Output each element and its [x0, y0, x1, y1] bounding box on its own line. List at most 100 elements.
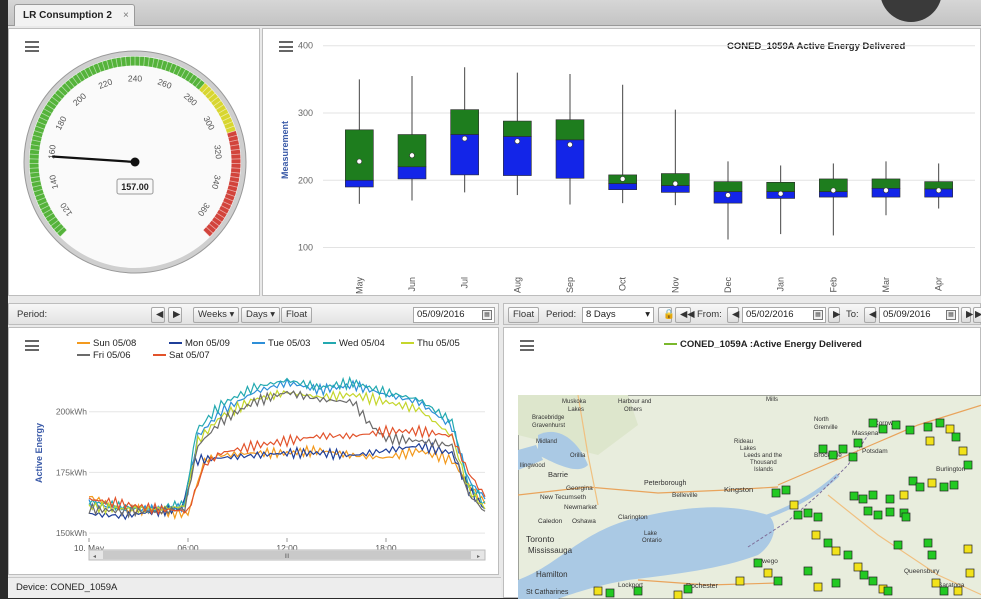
float-button[interactable]: Float	[281, 307, 312, 323]
boxplot-x-tick: Jun	[407, 277, 417, 292]
weeks-dropdown[interactable]: Weeks ▾	[193, 307, 239, 323]
box-mean-point	[726, 193, 731, 198]
map-device-marker	[832, 579, 840, 587]
map-device-marker	[959, 447, 967, 455]
map-panel: CONED_1059A :Active Energy Delivered Mus…	[503, 327, 981, 598]
map-place-label: llingwood	[520, 463, 545, 469]
calendar-icon[interactable]: ▦	[482, 310, 492, 320]
boxplot-x-tick: Dec	[723, 277, 733, 294]
from-calendar-icon[interactable]: ▦	[813, 310, 823, 320]
map-toolbar: Float Period: 8 Days▾ 🔒 ◀◀ From: ◀ 05/02…	[503, 303, 981, 325]
map-device-marker	[782, 486, 790, 494]
map-place-label: Queensbury	[904, 568, 940, 575]
map-device-marker	[954, 587, 962, 595]
map-device-marker	[924, 423, 932, 431]
map-period-label: Period:	[546, 309, 576, 320]
boxplot-x-tick: Apr	[934, 277, 944, 291]
map-place-label: Potsdam	[862, 448, 888, 455]
boxplot-x-tick: Feb	[828, 277, 838, 293]
boxplot-x-tick: Oct	[618, 277, 628, 292]
map-place-label: New Tecumseth	[540, 494, 587, 501]
to-date-value: 05/09/2016	[883, 309, 931, 320]
map-device-marker	[952, 433, 960, 441]
map-device-marker	[894, 541, 902, 549]
map-place-label: Peterborough	[644, 480, 687, 487]
map-device-marker	[886, 495, 894, 503]
map-place-label: Georgina	[566, 485, 593, 492]
map-device-marker	[946, 425, 954, 433]
box-lower	[398, 167, 426, 179]
map-legend-swatch	[664, 343, 677, 345]
map-place-label: North	[814, 417, 829, 423]
tab-close-icon[interactable]: ×	[123, 5, 129, 26]
map-place-label: Midland	[536, 439, 557, 445]
line-y-label: Active Energy	[34, 423, 44, 483]
map-place-label: Islands	[754, 467, 773, 473]
map-menu-icon[interactable]	[520, 340, 534, 351]
fast-forward-icon[interactable]: ▶	[973, 307, 981, 323]
map-device-marker	[869, 577, 877, 585]
map-place-label: Newmarket	[564, 504, 597, 511]
map-legend[interactable]: CONED_1059A :Active Energy Delivered	[664, 339, 862, 350]
map-device-marker	[926, 437, 934, 445]
line-chart: 200kWh175kWh150kWhActive Energy10. May06…	[9, 328, 500, 576]
to-date-input[interactable]: 05/09/2016 ▦	[879, 307, 959, 323]
map-device-marker	[964, 461, 972, 469]
period-select[interactable]: 8 Days▾	[582, 307, 654, 323]
map-device-marker	[790, 501, 798, 509]
box-lower	[345, 180, 373, 187]
map-place-label: Toronto	[526, 534, 555, 544]
box-lower	[609, 184, 637, 190]
to-prev-button[interactable]: ◀	[864, 307, 876, 323]
to-calendar-icon[interactable]: ▦	[946, 310, 956, 320]
map-place-label: St Catharines	[526, 589, 569, 596]
tab-lr-consumption[interactable]: LR Consumption 2 ×	[14, 4, 135, 26]
map-device-marker	[860, 571, 868, 579]
to-next-button[interactable]: ▶	[961, 307, 971, 323]
map-device-marker	[849, 453, 857, 461]
map-place-label: Caledon	[538, 518, 563, 525]
line-series-sat	[89, 426, 485, 514]
boxplot-y-tick: 200	[298, 175, 313, 185]
from-prev-button[interactable]: ◀	[727, 307, 739, 323]
map-place-label: Clarington	[618, 514, 648, 521]
gauge-tick-label: 240	[128, 73, 142, 83]
map-place-label: Barrie	[548, 470, 568, 479]
map-place-label: Burlington	[936, 466, 966, 473]
date-input[interactable]: 05/09/2016▦	[413, 307, 495, 323]
map-device-marker	[754, 559, 762, 567]
map-place-label: Lakes	[740, 446, 756, 452]
lock-icon[interactable]: 🔒	[658, 307, 672, 323]
map-device-marker	[886, 508, 894, 516]
map-device-marker	[736, 577, 744, 585]
prev-button[interactable]: ◀	[151, 307, 165, 323]
map-view[interactable]: MuskokaLakesBracebridgeGravenhurstHarbou…	[518, 395, 981, 599]
map-place-label: Ontario	[642, 538, 662, 544]
box-upper	[556, 120, 584, 140]
boxplot-y-tick: 400	[298, 41, 313, 51]
from-next-button[interactable]: ▶	[828, 307, 840, 323]
from-date-input[interactable]: 05/02/2016▦	[742, 307, 826, 323]
map-device-marker	[892, 421, 900, 429]
status-bar: Device: CONED_1059A	[8, 577, 501, 598]
map-device-marker	[964, 545, 972, 553]
map-device-marker	[924, 539, 932, 547]
box-upper	[451, 110, 479, 135]
box-upper	[345, 130, 373, 180]
rewind-icon[interactable]: ◀◀	[675, 307, 691, 323]
map-device-marker	[824, 539, 832, 547]
map-device-marker	[772, 489, 780, 497]
days-dropdown[interactable]: Days ▾	[241, 307, 280, 323]
map-place-label: Mills	[766, 397, 778, 403]
tab-label: LR Consumption 2	[23, 10, 112, 21]
box-mean-point	[884, 188, 889, 193]
map-device-marker	[940, 483, 948, 491]
map-float-button[interactable]: Float	[508, 307, 539, 323]
map-device-marker	[684, 585, 692, 593]
next-button[interactable]: ▶	[168, 307, 182, 323]
line-y-tick: 150kWh	[56, 528, 87, 538]
map-device-marker	[928, 551, 936, 559]
map-place-label: Leeds and the	[744, 453, 783, 459]
boxplot-y-tick: 100	[298, 243, 313, 253]
map-device-marker	[814, 513, 822, 521]
